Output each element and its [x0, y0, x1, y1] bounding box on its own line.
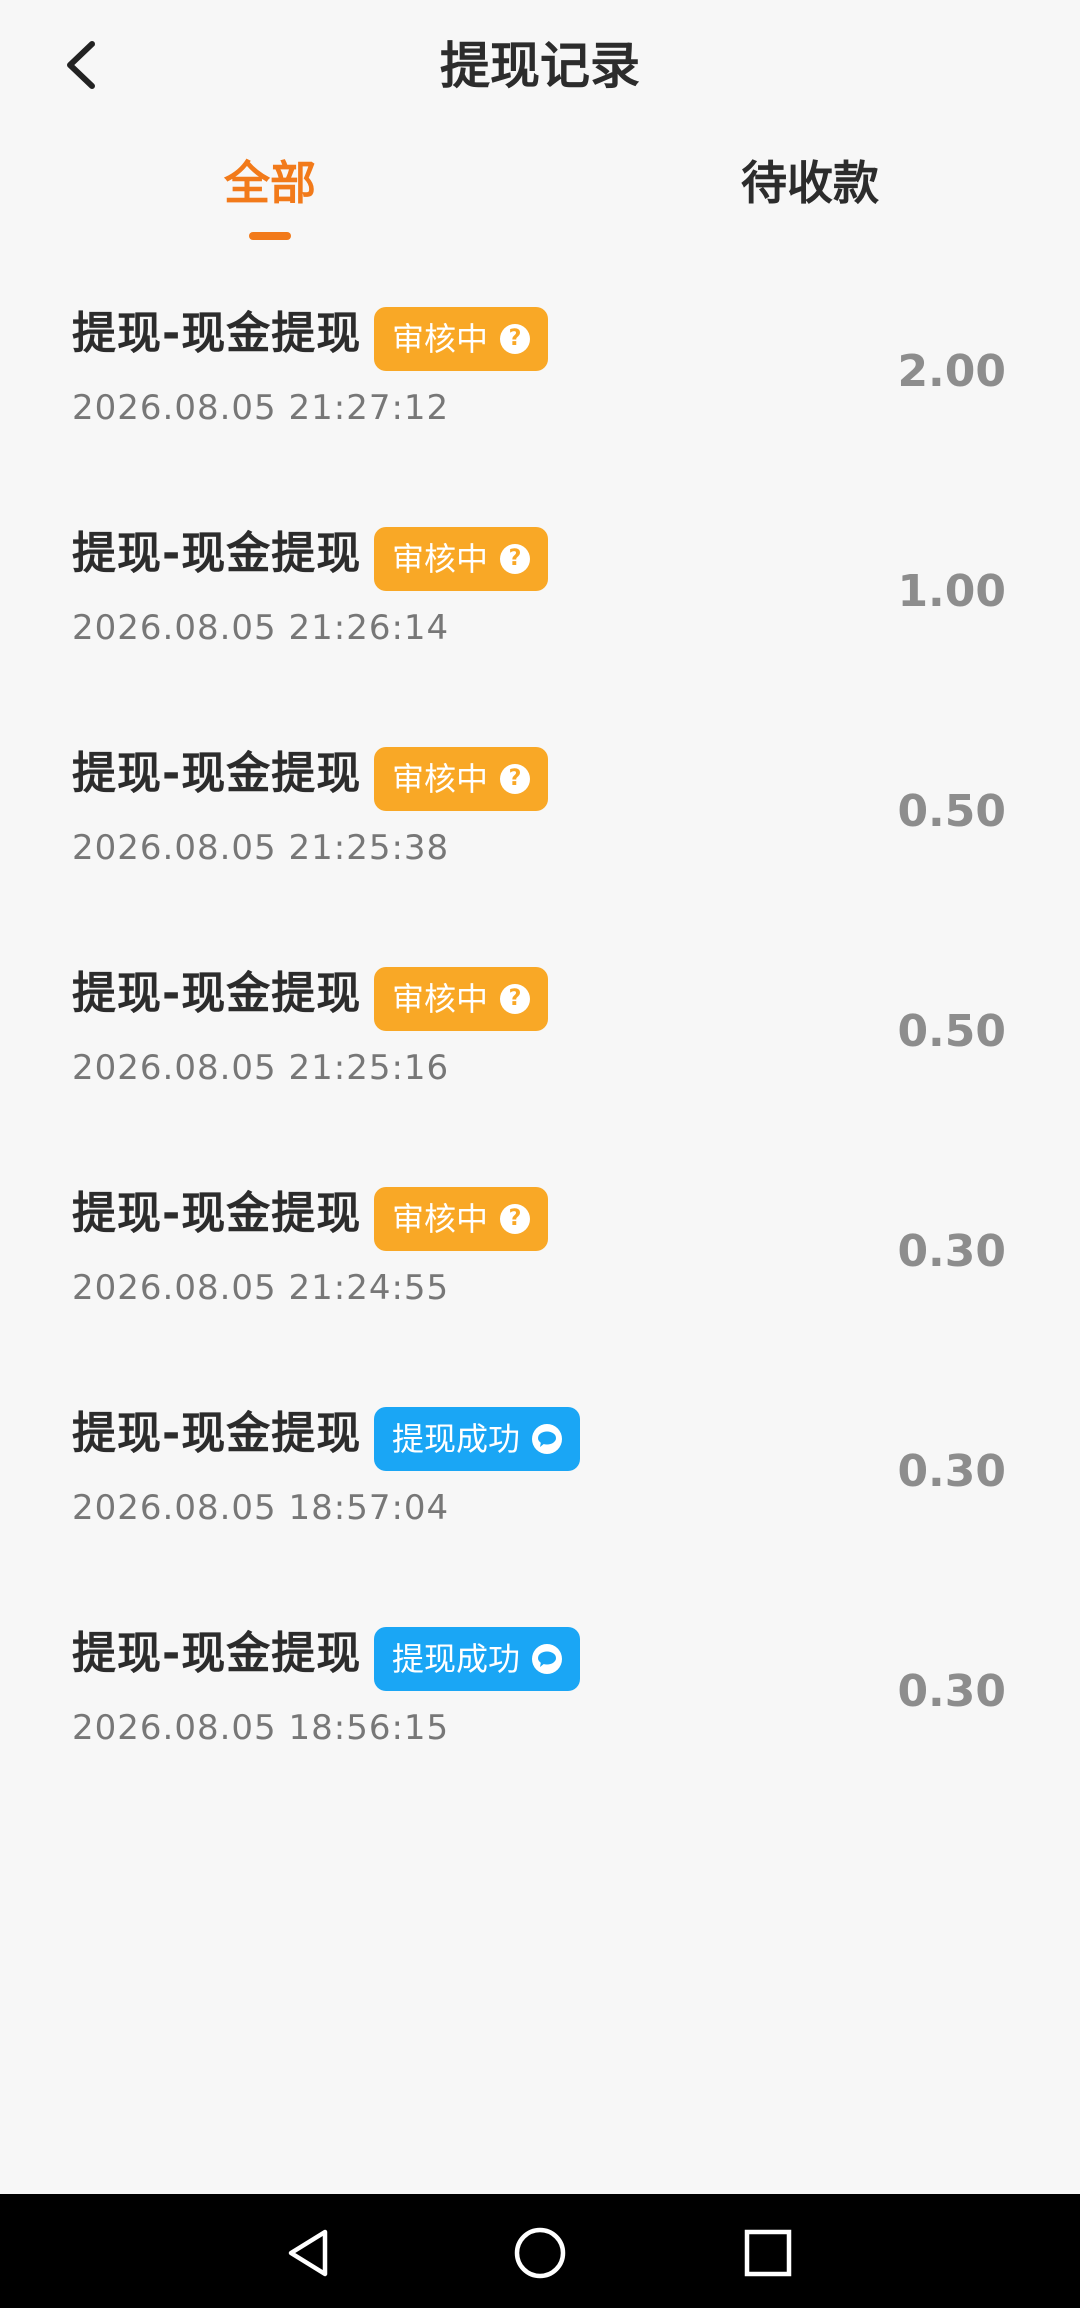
record-title: 提现-现金提现: [72, 748, 362, 799]
wechat-icon: [532, 1424, 563, 1454]
triangle-back-icon: [288, 2229, 328, 2277]
status-badge-label: 提现成功: [392, 1640, 521, 1678]
nav-home-button[interactable]: [505, 2218, 575, 2288]
system-nav-bar: [0, 2194, 1080, 2308]
record-time: 2026.08.05 21:25:16: [72, 1048, 450, 1088]
record-amount: 0.50: [897, 786, 1006, 837]
status-badge[interactable]: 审核中?: [374, 747, 549, 811]
record-title: 提现-现金提现: [72, 528, 362, 579]
record-row[interactable]: 提现-现金提现 审核中? 2026.08.05 21:27:12 2.00: [0, 290, 1080, 510]
status-badge[interactable]: 审核中?: [374, 967, 549, 1031]
question-icon: ?: [500, 764, 531, 794]
record-time: 2026.08.05 21:24:55: [72, 1268, 450, 1308]
tab-bar: 全部 待收款: [0, 150, 1080, 250]
nav-back-button[interactable]: [273, 2218, 343, 2288]
status-badge-label: 审核中: [392, 320, 489, 358]
record-row[interactable]: 提现-现金提现 提现成功 2026.08.05 18:57:04 0.30: [0, 1390, 1080, 1610]
nav-recents-button[interactable]: [733, 2218, 803, 2288]
status-badge[interactable]: 提现成功: [374, 1407, 581, 1471]
record-time: 2026.08.05 21:25:38: [72, 828, 450, 868]
record-row[interactable]: 提现-现金提现 提现成功 2026.08.05 18:56:15 0.30: [0, 1610, 1080, 1830]
question-icon: ?: [500, 544, 531, 574]
record-time: 2026.08.05 21:27:12: [72, 388, 450, 428]
question-icon: ?: [500, 1204, 531, 1234]
square-recents-icon: [744, 2229, 792, 2277]
record-title: 提现-现金提现: [72, 968, 362, 1019]
record-row[interactable]: 提现-现金提现 审核中? 2026.08.05 21:26:14 1.00: [0, 510, 1080, 730]
status-badge-label: 审核中: [392, 1200, 489, 1238]
status-badge-label: 审核中: [392, 540, 489, 578]
status-badge-label: 审核中: [392, 760, 489, 798]
circle-home-icon: [514, 2227, 566, 2279]
withdrawal-record-list: 提现-现金提现 审核中? 2026.08.05 21:27:12 2.00 提现-现金提…: [0, 290, 1080, 1830]
status-badge[interactable]: 审核中?: [374, 307, 549, 371]
record-title: 提现-现金提现: [72, 1408, 362, 1459]
record-time: 2026.08.05 18:56:15: [72, 1708, 450, 1748]
record-time: 2026.08.05 18:57:04: [72, 1488, 450, 1528]
record-amount: 0.30: [897, 1226, 1006, 1277]
record-amount: 0.50: [897, 1006, 1006, 1057]
status-badge-label: 提现成功: [392, 1420, 521, 1458]
page-title: 提现记录: [440, 37, 640, 95]
record-title: 提现-现金提现: [72, 1628, 362, 1679]
status-badge[interactable]: 审核中?: [374, 1187, 549, 1251]
question-icon: ?: [500, 324, 531, 354]
tab-all[interactable]: 全部: [120, 150, 420, 216]
status-badge-label: 审核中: [392, 980, 489, 1018]
record-row[interactable]: 提现-现金提现 审核中? 2026.08.05 21:25:16 0.50: [0, 950, 1080, 1170]
record-amount: 2.00: [897, 346, 1006, 397]
wechat-icon: [532, 1644, 563, 1674]
question-icon: ?: [500, 984, 531, 1014]
record-time: 2026.08.05 21:26:14: [72, 608, 450, 648]
status-badge[interactable]: 提现成功: [374, 1627, 581, 1691]
app-header: 提现记录: [0, 0, 1080, 130]
tab-active-indicator: [249, 232, 291, 240]
record-amount: 1.00: [897, 566, 1006, 617]
record-title: 提现-现金提现: [72, 1188, 362, 1239]
record-title: 提现-现金提现: [72, 308, 362, 359]
record-row[interactable]: 提现-现金提现 审核中? 2026.08.05 21:25:38 0.50: [0, 730, 1080, 950]
record-amount: 0.30: [897, 1666, 1006, 1717]
record-amount: 0.30: [897, 1446, 1006, 1497]
record-row[interactable]: 提现-现金提现 审核中? 2026.08.05 21:24:55 0.30: [0, 1170, 1080, 1390]
status-badge[interactable]: 审核中?: [374, 527, 549, 591]
tab-pending[interactable]: 待收款: [660, 150, 960, 216]
